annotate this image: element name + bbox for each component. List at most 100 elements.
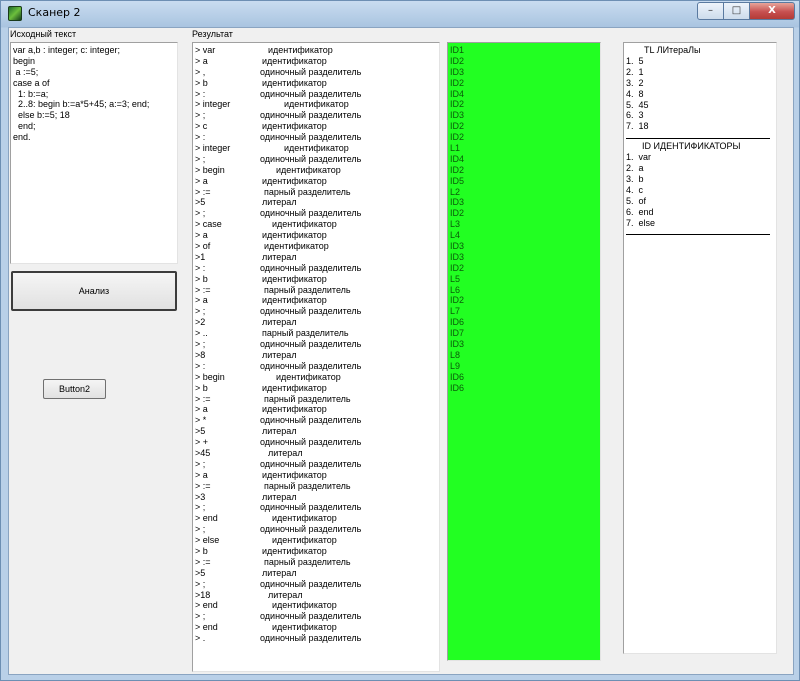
result-token: > :=: [195, 393, 211, 404]
result-row: > ; одиночный разделитель: [194, 611, 439, 622]
result-kind: одиночный разделитель: [260, 633, 362, 644]
button2[interactable]: Button2: [43, 379, 106, 399]
result-kind: одиночный разделитель: [260, 66, 362, 77]
result-kind: литерал: [262, 567, 297, 578]
result-kind: парный разделитель: [262, 328, 349, 339]
result-token: > +: [195, 437, 209, 448]
result-token: > :=: [195, 556, 211, 567]
result-kind: одиночный разделитель: [260, 415, 362, 426]
result-token: > a: [195, 230, 208, 241]
identifier-entry: 4. c: [626, 184, 644, 195]
result-token: > :: [195, 360, 206, 371]
literals-title: TL ЛИтераЛы: [644, 45, 701, 55]
result-kind: идентификатор: [272, 622, 337, 633]
result-row: > begin идентификатор: [194, 165, 439, 176]
result-token: > *: [195, 415, 207, 426]
result-kind: одиночный разделитель: [260, 611, 362, 622]
result-token: > ;: [195, 611, 206, 622]
result-row: >2 литерал: [194, 317, 439, 328]
result-kind: идентификатор: [284, 143, 349, 154]
result-row: >5 литерал: [194, 197, 439, 208]
result-row: > end идентификатор: [194, 622, 439, 633]
result-row: > integer идентификатор: [194, 99, 439, 110]
result-token: >5: [195, 567, 206, 578]
close-button[interactable]: X: [750, 2, 795, 20]
result-token: > :: [195, 88, 206, 99]
result-row: >5 литерал: [194, 426, 439, 437]
maximize-icon: □: [731, 5, 742, 16]
token-code-line: L9: [450, 360, 461, 371]
result-kind: литерал: [262, 349, 297, 360]
result-row: > , одиночный разделитель: [194, 67, 439, 78]
literal-entry: 6. 3: [626, 110, 644, 121]
window-title: Сканер 2: [28, 6, 81, 19]
result-token: > ;: [195, 502, 206, 513]
result-row: > ; одиночный разделитель: [194, 110, 439, 121]
literal-entry: 2. 1: [626, 66, 644, 77]
token-code-line: ID3: [450, 241, 465, 252]
result-token: > a: [195, 295, 208, 306]
result-token: > else: [195, 535, 220, 546]
result-row: > case идентификатор: [194, 219, 439, 230]
token-code-line: ID3: [450, 110, 465, 121]
result-row: > c идентификатор: [194, 121, 439, 132]
identifier-entry: 6. end: [626, 206, 654, 217]
result-row: >1 литерал: [194, 252, 439, 263]
result-token: > b: [195, 545, 208, 556]
token-code-line: ID2: [450, 132, 465, 143]
result-kind: идентификатор: [276, 164, 341, 175]
source-label: Исходный текст: [10, 29, 77, 39]
result-memo[interactable]: > var идентификатор > a идентификатор > , оди…: [192, 42, 440, 672]
result-token: > b: [195, 382, 208, 393]
token-code-line: ID3: [450, 66, 465, 77]
identifiers-list: 1. var 2. a 3. b 4. c 5. of 6. end 7. else: [626, 152, 774, 228]
source-text-memo[interactable]: var a,b : integer; c: integer; begin a :=…: [10, 42, 178, 264]
token-code-line: L4: [450, 230, 461, 241]
result-kind: одиночный разделитель: [260, 458, 362, 469]
tables-memo[interactable]: TL ЛИтераЛы 1. 5 2. 1 3. 2 4. 8 5. 45 6. 3 7. …: [623, 42, 777, 654]
result-row: >5 литерал: [194, 568, 439, 579]
result-row: > a идентификатор: [194, 404, 439, 415]
token-code-line: ID2: [450, 208, 465, 219]
literal-entry: 3. 2: [626, 77, 644, 88]
result-row: > a идентификатор: [194, 230, 439, 241]
literal-entry: 5. 45: [626, 99, 649, 110]
result-kind: одиночный разделитель: [260, 578, 362, 589]
result-token: > ;: [195, 153, 206, 164]
result-token: > :=: [195, 480, 211, 491]
identifier-entry: 5. of: [626, 195, 647, 206]
source-line: case a of: [13, 77, 50, 88]
result-token: >18: [195, 589, 211, 600]
token-code-line: ID1: [450, 45, 465, 55]
divider: [626, 234, 770, 236]
result-kind: идентификатор: [262, 382, 327, 393]
result-token: > ;: [195, 208, 206, 219]
result-row: > b идентификатор: [194, 274, 439, 285]
result-kind: литерал: [262, 426, 297, 437]
app-window: Сканер 2 – □ X Исходный текст var a,b : …: [0, 0, 800, 681]
token-code-line: ID4: [450, 153, 465, 164]
result-row: > a идентификатор: [194, 56, 439, 67]
minimize-button[interactable]: –: [697, 2, 724, 20]
token-code-line: L2: [450, 186, 461, 197]
result-kind: идентификатор: [264, 241, 329, 252]
result-token: > ;: [195, 578, 206, 589]
token-code-line: L6: [450, 284, 461, 295]
result-token: > a: [195, 469, 208, 480]
form-client-area: Исходный текст var a,b : integer; c: int…: [8, 27, 794, 675]
result-row: > b идентификатор: [194, 383, 439, 394]
result-row: > ; одиночный разделитель: [194, 579, 439, 590]
token-codes-memo[interactable]: ID1 ID2 ID3 ID2 ID4 ID2 ID3 ID2 ID2 L1 ID4 ID2 ID5 L2…: [447, 42, 601, 661]
title-bar[interactable]: Сканер 2 – □ X: [1, 1, 799, 26]
result-row: >18 литерал: [194, 590, 439, 601]
token-code-line: ID2: [450, 77, 465, 88]
result-kind: одиночный разделитель: [260, 132, 362, 143]
maximize-button[interactable]: □: [724, 2, 750, 20]
result-token: > :: [195, 132, 206, 143]
result-kind: литерал: [262, 251, 297, 262]
result-label: Результат: [192, 29, 233, 39]
result-kind: одиночный разделитель: [260, 502, 362, 513]
analyze-button[interactable]: Анализ: [11, 271, 177, 311]
result-row: >45 литерал: [194, 448, 439, 459]
result-kind: одиночный разделитель: [260, 262, 362, 273]
